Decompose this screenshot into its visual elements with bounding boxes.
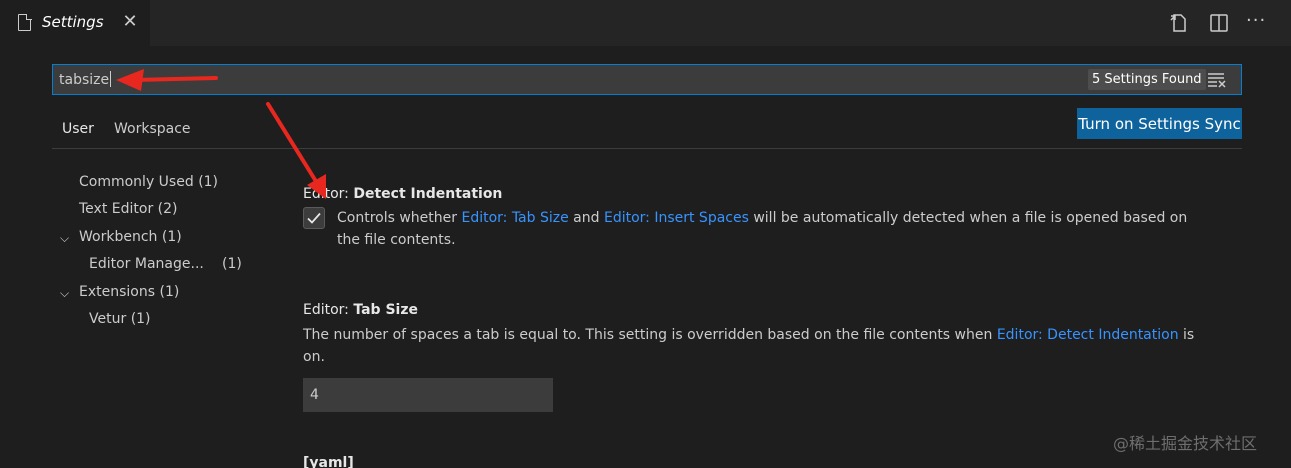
- toc-item-commonly-used[interactable]: Commonly Used (1): [79, 174, 218, 190]
- tab-size-input[interactable]: [303, 378, 553, 412]
- close-icon[interactable]: ✕: [118, 10, 142, 34]
- tab-bar: Settings ✕ ···: [0, 0, 1291, 46]
- open-json-icon[interactable]: [1168, 12, 1190, 34]
- annotation-arrow: [266, 102, 319, 185]
- link-editor-insert-spaces[interactable]: Editor: Insert Spaces: [604, 210, 749, 226]
- turn-on-settings-sync-button[interactable]: Turn on Settings Sync: [1077, 108, 1242, 139]
- toc-item-vetur[interactable]: Vetur (1): [89, 311, 151, 327]
- settings-found-badge: 5 Settings Found: [1088, 69, 1206, 90]
- link-editor-detect-indentation[interactable]: Editor: Detect Indentation: [997, 327, 1179, 343]
- chevron-down-icon[interactable]: ⌵: [60, 231, 69, 246]
- chevron-down-icon[interactable]: ⌵: [60, 286, 69, 301]
- check-icon: [307, 212, 321, 224]
- setting-detect-indentation-title: Editor: Detect Indentation: [303, 186, 503, 202]
- search-value: tabsize: [59, 72, 110, 88]
- setting-detect-indentation-description: Controls whether Editor: Tab Size and Ed…: [337, 210, 1188, 248]
- link-editor-tab-size[interactable]: Editor: Tab Size: [461, 210, 568, 226]
- split-editor-icon[interactable]: [1208, 12, 1230, 34]
- scope-divider: [52, 148, 1242, 149]
- toc-item-editor-management[interactable]: Editor Manage... (1): [89, 256, 242, 272]
- toc-item-workbench[interactable]: Workbench (1): [79, 229, 182, 245]
- text-caret: [110, 71, 112, 87]
- setting-yaml-title: [yaml]: [303, 455, 354, 468]
- watermark: @稀土掘金技术社区: [1113, 434, 1258, 453]
- toc-item-text-editor[interactable]: Text Editor (2): [79, 201, 178, 217]
- search-input[interactable]: tabsize 5 Settings Found: [52, 64, 1242, 95]
- setting-tab-size-title: Editor: Tab Size: [303, 302, 418, 318]
- detect-indentation-checkbox[interactable]: [303, 207, 325, 229]
- clear-filter-icon[interactable]: [1207, 71, 1227, 89]
- tab-user[interactable]: User: [52, 121, 104, 149]
- tab-workspace[interactable]: Workspace: [114, 121, 191, 137]
- toc-item-extensions[interactable]: Extensions (1): [79, 284, 179, 300]
- file-icon: [18, 13, 32, 31]
- tab-title: Settings: [42, 13, 104, 31]
- more-icon[interactable]: ···: [1246, 12, 1268, 34]
- setting-tab-size-description: The number of spaces a tab is equal to. …: [303, 327, 1195, 365]
- settings-tab[interactable]: Settings ✕: [0, 0, 150, 46]
